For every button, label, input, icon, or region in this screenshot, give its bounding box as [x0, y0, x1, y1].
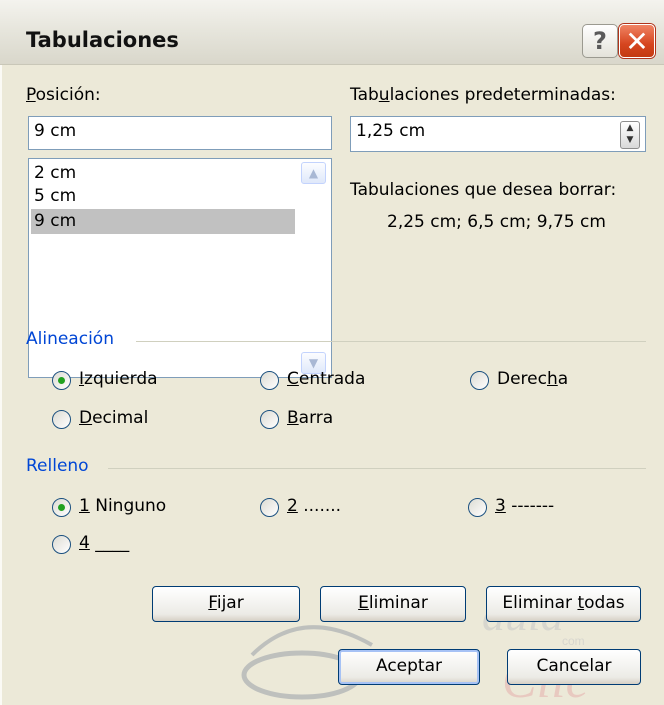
radio-guiones[interactable]	[468, 498, 487, 517]
posicion-input-value: 9 cm	[34, 121, 77, 141]
predeterminadas-spinner[interactable]: 1,25 cm ▲ ▼	[350, 116, 646, 152]
radio-label-izquierda[interactable]: Izquierda	[79, 369, 158, 389]
list-item[interactable]: 2 cm	[31, 161, 295, 186]
spin-buttons[interactable]: ▲ ▼	[620, 121, 640, 149]
fijar-button[interactable]: Fijar	[152, 586, 300, 622]
chevron-down-icon: ▼	[308, 356, 319, 370]
dialog-body: Posición: 9 cm 2 cm 5 cm 9 cm ▲ ▼ Tabula…	[0, 65, 664, 705]
relleno-group-title: Relleno	[26, 456, 89, 476]
predeterminadas-value: 1,25 cm	[356, 121, 426, 141]
list-item[interactable]: 5 cm	[31, 184, 295, 209]
radio-label-puntos[interactable]: 2 .......	[287, 496, 341, 516]
cancelar-button[interactable]: Cancelar	[507, 649, 641, 685]
spin-down-icon: ▼	[626, 135, 634, 145]
radio-label-centrada[interactable]: Centrada	[287, 369, 365, 389]
radio-subrayado[interactable]	[52, 535, 71, 554]
radio-label-ninguno[interactable]: 1 Ninguno	[79, 496, 166, 516]
predeterminadas-label: Tabulaciones predeterminadas:	[350, 85, 616, 105]
radio-izquierda[interactable]	[52, 371, 71, 390]
list-item-selected[interactable]: 9 cm	[31, 209, 295, 234]
aceptar-button[interactable]: Aceptar	[338, 649, 480, 685]
eliminar-todas-button[interactable]: Eliminar todas	[486, 586, 641, 622]
radio-label-subrayado[interactable]: 4 ____	[79, 533, 129, 553]
radio-label-barra[interactable]: Barra	[287, 408, 333, 428]
title-bar[interactable]: Tabulaciones ? ✕	[0, 0, 664, 65]
posicion-label: Posición:	[26, 85, 101, 105]
chevron-up-icon: ▲	[308, 166, 319, 180]
window-title: Tabulaciones	[26, 28, 179, 52]
radio-derecha[interactable]	[470, 371, 489, 390]
eliminar-button[interactable]: Eliminar	[320, 586, 466, 622]
alineacion-divider	[136, 341, 646, 342]
spin-up-icon: ▲	[626, 123, 634, 133]
radio-barra[interactable]	[260, 410, 279, 429]
radio-centrada[interactable]	[260, 371, 279, 390]
close-icon: ✕	[625, 25, 649, 58]
help-icon: ?	[593, 27, 607, 55]
scroll-up-button[interactable]: ▲	[301, 162, 326, 184]
radio-ninguno[interactable]	[52, 498, 71, 517]
borrar-values: 2,25 cm; 6,5 cm; 9,75 cm	[387, 212, 606, 232]
radio-label-guiones[interactable]: 3 -------	[495, 496, 554, 516]
posicion-input[interactable]: 9 cm	[28, 116, 332, 150]
borrar-label: Tabulaciones que desea borrar:	[350, 180, 617, 200]
radio-label-decimal[interactable]: Decimal	[79, 408, 148, 428]
watermark-text-small: com	[562, 634, 585, 648]
close-button[interactable]: ✕	[619, 24, 655, 58]
relleno-divider	[108, 468, 646, 469]
radio-puntos[interactable]	[260, 498, 279, 517]
radio-decimal[interactable]	[52, 410, 71, 429]
help-button[interactable]: ?	[582, 24, 618, 58]
alineacion-group-title: Alineación	[26, 329, 114, 349]
radio-label-derecha[interactable]: Derecha	[497, 369, 568, 389]
